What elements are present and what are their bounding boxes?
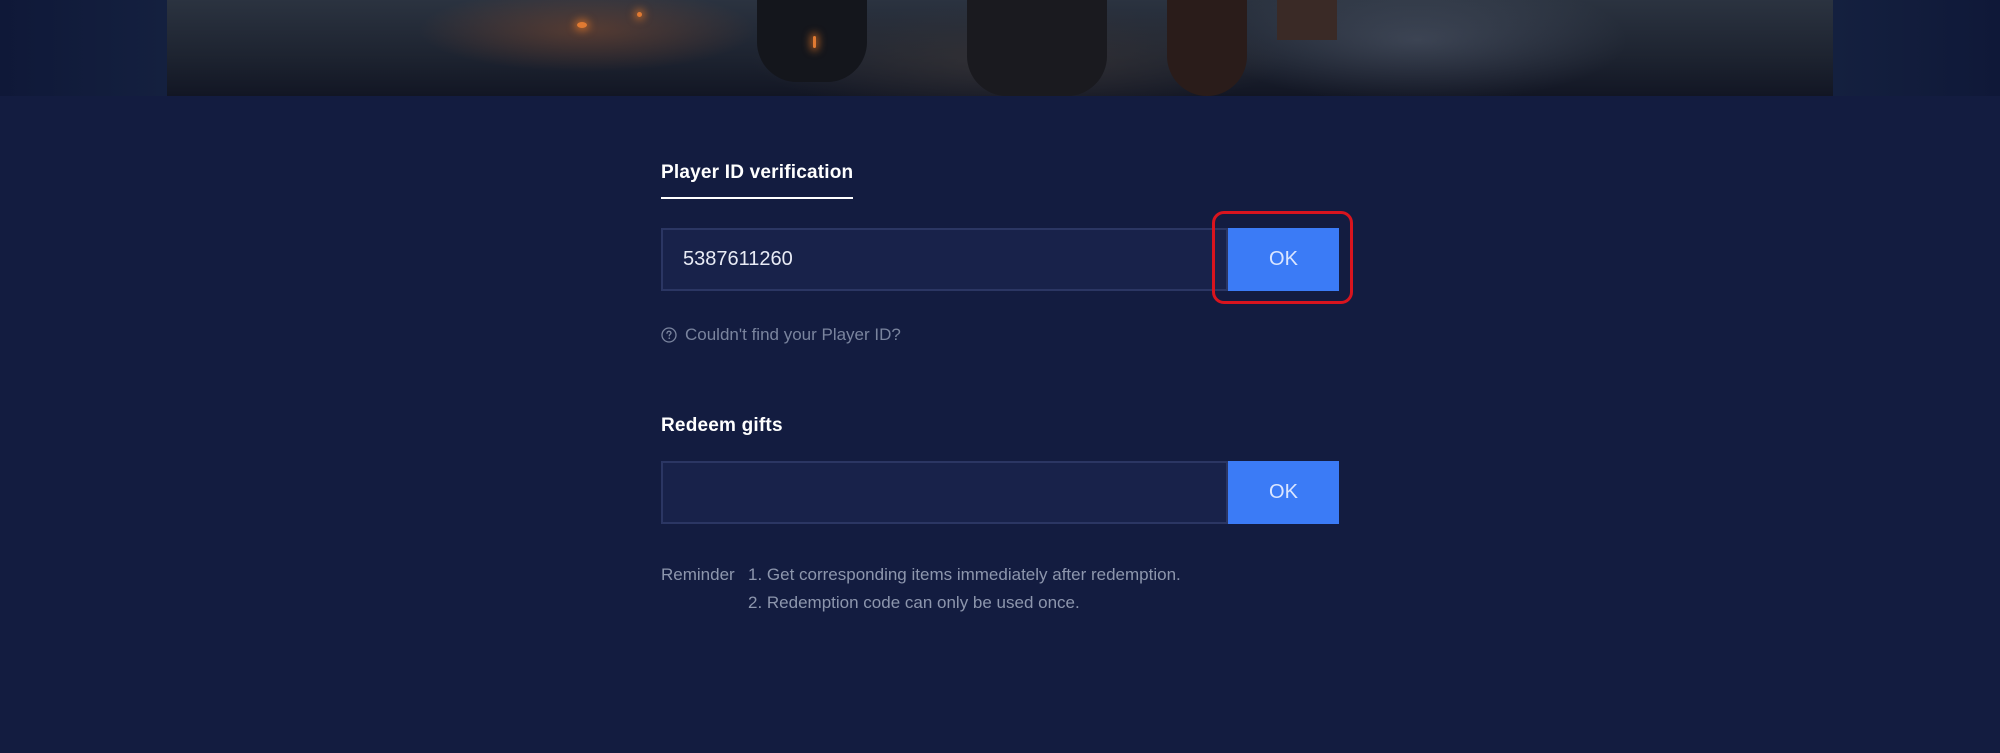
banner-figure: [1167, 0, 1247, 96]
player-id-input[interactable]: [661, 228, 1228, 291]
banner-ember: [637, 12, 642, 17]
find-player-id-text: Couldn't find your Player ID?: [685, 325, 901, 344]
banner-figure: [757, 0, 867, 82]
hero-banner: [0, 0, 2000, 96]
banner-ember: [577, 22, 587, 28]
question-circle-icon: [661, 327, 677, 343]
hero-banner-artwork: [167, 0, 1833, 96]
redeem-ok-button[interactable]: OK: [1228, 461, 1339, 524]
reminder-item: 1. Get corresponding items immediately a…: [748, 565, 1181, 584]
reminder-list: 1. Get corresponding items immediately a…: [748, 561, 1181, 617]
reminder-item: 2. Redemption code can only be used once…: [748, 593, 1080, 612]
player-id-verification-title: Player ID verification: [661, 162, 854, 199]
verify-ok-button[interactable]: OK: [1228, 228, 1339, 291]
banner-figure: [967, 0, 1107, 96]
reminder-block: Reminder 1. Get corresponding items imme…: [661, 561, 1181, 617]
banner-ember: [813, 36, 816, 48]
redeem-code-input[interactable]: [661, 461, 1228, 524]
banner-figure: [1277, 0, 1337, 40]
redeem-gifts-title: Redeem gifts: [661, 415, 783, 436]
reminder-label: Reminder: [661, 565, 735, 584]
find-player-id-link[interactable]: Couldn't find your Player ID?: [661, 325, 901, 345]
